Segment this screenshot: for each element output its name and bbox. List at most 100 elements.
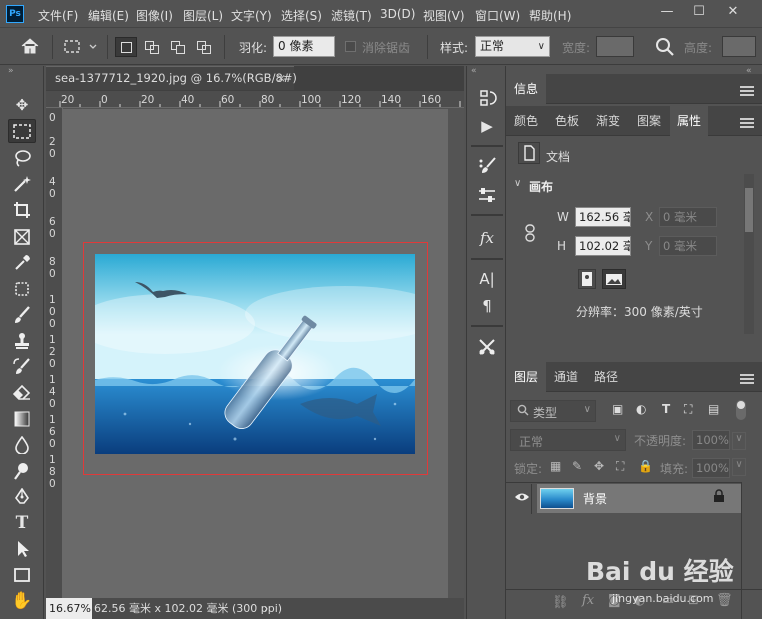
filter-toggle[interactable] bbox=[736, 400, 746, 420]
filter-shape-icon[interactable]: ⛶ bbox=[684, 402, 692, 417]
panel-menu-icon[interactable] bbox=[740, 118, 754, 128]
tab-color[interactable]: 颜色 bbox=[506, 106, 546, 136]
menu-filter[interactable]: 滤镜(T) bbox=[331, 7, 372, 24]
tab-properties[interactable]: 属性 bbox=[670, 106, 708, 136]
layer-row[interactable]: 背景 bbox=[537, 484, 741, 513]
healing-brush-tool-icon[interactable] bbox=[8, 277, 36, 301]
layer-filter-select[interactable]: 类型 ∨ bbox=[510, 400, 596, 422]
rectangle-tool-icon[interactable] bbox=[8, 563, 36, 587]
collapse-icon[interactable]: « bbox=[471, 66, 477, 76]
lasso-tool-icon[interactable] bbox=[8, 146, 36, 170]
history-panel-icon[interactable] bbox=[475, 86, 499, 110]
gradient-tool-icon[interactable] bbox=[8, 407, 36, 431]
chevron-down-icon[interactable]: ∨ bbox=[514, 178, 521, 189]
menu-help[interactable]: 帮助(H) bbox=[529, 7, 571, 24]
chevron-down-icon[interactable]: ∨ bbox=[732, 458, 746, 476]
height-input[interactable] bbox=[722, 36, 756, 57]
maximize-button[interactable]: ☐ bbox=[686, 2, 712, 22]
chevron-down-icon[interactable]: ∨ bbox=[732, 432, 746, 450]
document-image[interactable] bbox=[95, 254, 415, 454]
filter-adjustment-icon[interactable]: ◐ bbox=[636, 402, 646, 416]
tab-channels[interactable]: 通道 bbox=[547, 362, 585, 392]
close-button[interactable]: ✕ bbox=[720, 2, 746, 22]
path-selection-tool-icon[interactable] bbox=[8, 537, 36, 561]
adjustments-sliders-icon[interactable] bbox=[475, 183, 499, 207]
opacity-input[interactable]: 100% bbox=[692, 430, 730, 450]
minimize-button[interactable]: — bbox=[654, 2, 680, 22]
document-scrollbar[interactable] bbox=[448, 109, 464, 598]
eraser-tool-icon[interactable] bbox=[8, 381, 36, 405]
panel-menu-icon[interactable] bbox=[740, 374, 754, 384]
menu-window[interactable]: 窗口(W) bbox=[475, 7, 520, 24]
type-tool-icon[interactable]: T bbox=[8, 511, 36, 535]
frame-tool-icon[interactable] bbox=[8, 225, 36, 249]
paragraph-panel-icon[interactable]: ¶ bbox=[475, 294, 499, 318]
lock-pixels-icon[interactable]: ✎ bbox=[572, 459, 582, 473]
hand-tool-icon[interactable]: ✋ bbox=[8, 589, 36, 613]
menu-file[interactable]: 文件(F) bbox=[38, 7, 78, 24]
menu-image[interactable]: 图像(I) bbox=[136, 7, 173, 24]
canvas-x-input[interactable]: 0 毫米 bbox=[659, 207, 717, 227]
actions-play-icon[interactable]: ▶ bbox=[475, 114, 499, 138]
menu-layer[interactable]: 图层(L) bbox=[183, 7, 223, 24]
link-layers-icon[interactable]: ⛓ bbox=[552, 595, 569, 610]
clone-stamp-tool-icon[interactable] bbox=[8, 329, 36, 353]
filter-smart-object-icon[interactable]: ▤ bbox=[708, 402, 719, 416]
new-selection-button[interactable] bbox=[115, 37, 137, 57]
close-tab-icon[interactable]: × bbox=[276, 67, 286, 89]
zoom-level-input[interactable]: 16.67% bbox=[46, 598, 92, 619]
lock-artboard-icon[interactable]: ⛶ bbox=[616, 459, 624, 474]
style-select[interactable]: 正常 ∨ bbox=[475, 36, 550, 57]
pen-tool-icon[interactable] bbox=[8, 485, 36, 509]
feather-input[interactable]: 0 像素 bbox=[273, 36, 335, 57]
tab-paths[interactable]: 路径 bbox=[586, 362, 626, 392]
collapse-icon[interactable]: » bbox=[8, 66, 14, 76]
tab-gradients[interactable]: 渐变 bbox=[588, 106, 628, 136]
tab-info[interactable]: 信息 bbox=[506, 74, 546, 104]
layer-styles-fx-icon[interactable]: fx bbox=[475, 226, 499, 250]
filter-pixel-icon[interactable]: ▣ bbox=[612, 402, 623, 416]
tab-swatches[interactable]: 色板 bbox=[547, 106, 587, 136]
menu-3d[interactable]: 3D(D) bbox=[380, 7, 415, 21]
filter-type-icon[interactable]: T bbox=[662, 402, 670, 416]
intersect-selection-button[interactable] bbox=[193, 37, 215, 57]
fill-input[interactable]: 100% bbox=[692, 458, 730, 478]
lock-transparent-icon[interactable]: ▦ bbox=[550, 459, 561, 473]
panel-menu-icon[interactable] bbox=[740, 86, 754, 96]
menu-edit[interactable]: 编辑(E) bbox=[88, 7, 129, 24]
marquee-preset-icon[interactable] bbox=[62, 37, 98, 60]
dodge-tool-icon[interactable] bbox=[8, 459, 36, 483]
move-tool-icon[interactable]: ✥ bbox=[8, 93, 36, 117]
history-brush-tool-icon[interactable] bbox=[8, 355, 36, 379]
subtract-selection-button[interactable] bbox=[167, 37, 189, 57]
menu-select[interactable]: 选择(S) bbox=[281, 7, 322, 24]
status-arrow-icon[interactable]: › bbox=[264, 598, 268, 619]
character-panel-icon[interactable]: A| bbox=[475, 267, 499, 291]
brush-settings-icon[interactable] bbox=[475, 154, 499, 178]
width-input[interactable] bbox=[596, 36, 634, 57]
canvas-width-input[interactable]: 162.56 毫 bbox=[575, 207, 631, 227]
canvas-y-input[interactable]: 0 毫米 bbox=[659, 236, 717, 256]
canvas-height-input[interactable]: 102.02 毫 bbox=[575, 236, 631, 256]
eye-visibility-icon[interactable] bbox=[514, 491, 530, 506]
search-icon[interactable] bbox=[655, 37, 675, 60]
lock-all-icon[interactable]: 🔒 bbox=[638, 459, 653, 473]
add-selection-button[interactable] bbox=[141, 37, 163, 57]
menu-view[interactable]: 视图(V) bbox=[423, 7, 465, 24]
tab-layers[interactable]: 图层 bbox=[506, 362, 546, 392]
tool-presets-icon[interactable] bbox=[475, 335, 499, 359]
blend-mode-select[interactable]: 正常 ∨ bbox=[510, 429, 626, 451]
magic-wand-tool-icon[interactable] bbox=[8, 172, 36, 196]
eyedropper-tool-icon[interactable] bbox=[8, 251, 36, 275]
lock-position-icon[interactable]: ✥ bbox=[594, 459, 604, 473]
portrait-orientation-icon[interactable] bbox=[578, 269, 596, 289]
menu-type[interactable]: 文字(Y) bbox=[231, 7, 272, 24]
antialias-checkbox[interactable] bbox=[345, 41, 356, 52]
brush-tool-icon[interactable] bbox=[8, 303, 36, 327]
tab-patterns[interactable]: 图案 bbox=[629, 106, 669, 136]
landscape-orientation-icon[interactable] bbox=[602, 269, 626, 289]
home-icon[interactable] bbox=[20, 37, 40, 58]
crop-tool-icon[interactable] bbox=[8, 198, 36, 222]
rectangular-marquee-tool-icon[interactable] bbox=[8, 119, 36, 143]
link-icon[interactable] bbox=[524, 224, 536, 245]
